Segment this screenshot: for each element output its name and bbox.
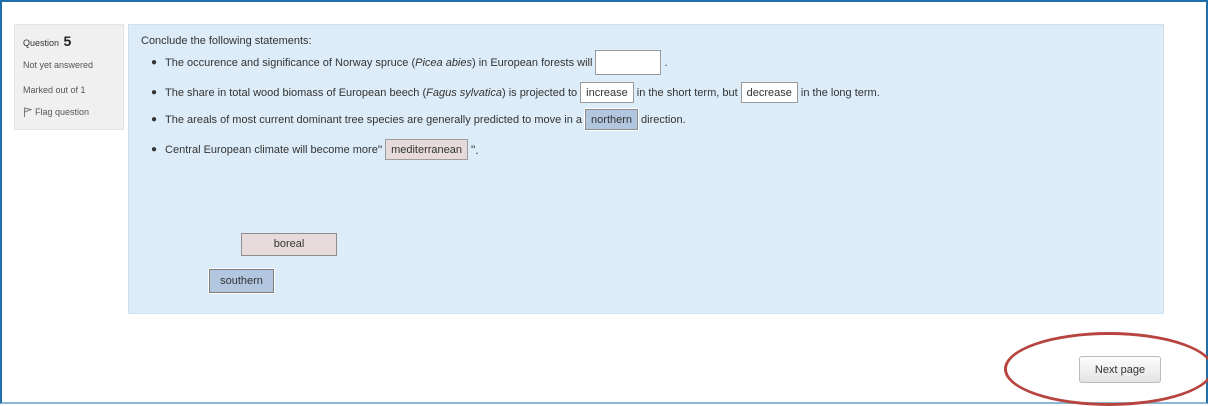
- question-mark: Marked out of 1: [23, 85, 86, 95]
- open-quote: ": [377, 142, 383, 157]
- close-quote: ".: [471, 142, 479, 157]
- drop-zone-5-mediterranean[interactable]: mediterranean: [385, 139, 469, 160]
- statement-1-end: .: [664, 56, 668, 69]
- question-number: Question 5: [23, 33, 71, 49]
- bullet: ●: [151, 114, 158, 125]
- statement-2-text-b: ) is projected to: [501, 86, 578, 99]
- flag-question-label: Flag question: [35, 107, 90, 117]
- bullet: ●: [151, 87, 158, 98]
- drop-zone-4-northern[interactable]: northern: [584, 108, 640, 131]
- statement-2-species: Fagus sylvatica: [426, 86, 502, 99]
- statement-2: ● The share in total wood biomass of Eur…: [151, 82, 880, 103]
- statement-4: ● Central European climate will become m…: [151, 139, 479, 160]
- statement-1-text-b: ) in European forests will: [472, 56, 593, 69]
- statement-1-species: Picea abies: [415, 56, 472, 69]
- statement-3-text-a: The areals of most current dominant tree…: [165, 113, 583, 126]
- statement-1: ● The occurence and significance of Norw…: [151, 50, 668, 75]
- draggable-boreal[interactable]: boreal: [241, 233, 337, 256]
- statement-2-text-a: The share in total wood biomass of Europ…: [165, 86, 427, 99]
- question-frame: Question 5 Not yet answered Marked out o…: [0, 0, 1208, 404]
- question-content: Conclude the following statements: ● The…: [128, 24, 1164, 314]
- drop-zone-1[interactable]: [595, 50, 662, 75]
- next-page-button[interactable]: Next page: [1079, 356, 1161, 383]
- flag-icon: [23, 107, 32, 117]
- statement-3: ● The areals of most current dominant tr…: [151, 108, 686, 131]
- statement-2-end: in the long term.: [800, 86, 880, 99]
- flag-question-link[interactable]: Flag question: [23, 107, 89, 117]
- drop-zone-3-decrease[interactable]: decrease: [740, 82, 798, 103]
- question-label: Question: [23, 38, 60, 48]
- statement-1-text-a: The occurence and significance of Norway…: [165, 56, 416, 69]
- bullet: ●: [151, 144, 158, 155]
- question-intro: Conclude the following statements:: [141, 35, 312, 47]
- question-number-value: 5: [63, 33, 72, 49]
- draggable-southern[interactable]: southern: [208, 268, 275, 294]
- statement-2-text-c: in the short term, but: [636, 86, 738, 99]
- question-state: Not yet answered: [23, 60, 94, 70]
- statement-3-text-b: direction.: [641, 113, 686, 126]
- drop-zone-2-increase[interactable]: increase: [580, 82, 634, 103]
- bullet: ●: [151, 57, 158, 68]
- statement-4-text-a: Central European climate will become mor…: [165, 143, 378, 156]
- question-info-panel: Question 5 Not yet answered Marked out o…: [14, 24, 124, 130]
